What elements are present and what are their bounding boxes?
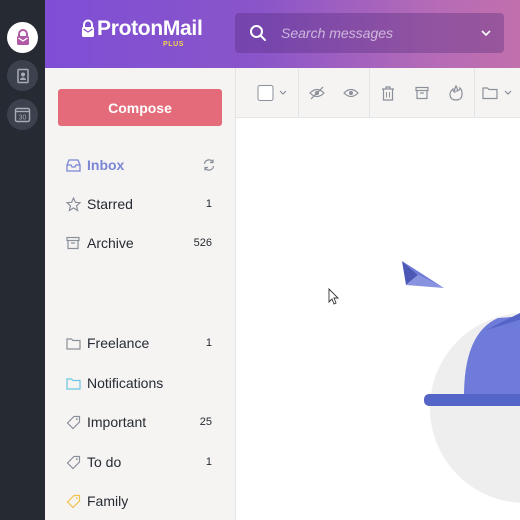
sidebar-item-label: Inbox — [87, 157, 125, 173]
unread-count: 526 — [193, 237, 212, 249]
contacts-icon — [16, 68, 29, 83]
tag-icon — [65, 414, 81, 430]
inbox-icon — [65, 157, 81, 173]
sidebar-item-archive[interactable]: Archive 526 — [45, 229, 236, 257]
star-icon — [65, 196, 81, 212]
refresh-icon[interactable] — [202, 158, 216, 172]
empty-inbox-illustration — [328, 261, 520, 503]
compose-button[interactable]: Compose — [58, 89, 222, 126]
toolbar-divider — [369, 68, 370, 118]
app-name: ProtonMail — [97, 17, 203, 40]
trash-icon[interactable] — [377, 68, 399, 118]
toolbar-divider — [298, 68, 299, 118]
sidebar-item-important[interactable]: Important 25 — [45, 408, 236, 436]
search-input[interactable]: Search messages — [281, 25, 393, 41]
spam-icon[interactable] — [445, 68, 467, 118]
contacts-app-button[interactable] — [7, 60, 38, 91]
protonmail-app: 30 ProtonMail PLUS Search messages Compo… — [0, 0, 520, 520]
message-view — [236, 118, 520, 520]
protonmail-logo[interactable]: ProtonMail PLUS — [81, 16, 203, 48]
sidebar-item-inbox[interactable]: Inbox — [45, 151, 236, 179]
unread-count: 25 — [199, 416, 212, 428]
folder-icon — [65, 375, 81, 391]
search-icon — [250, 25, 266, 41]
unread-count: 1 — [205, 337, 212, 349]
tag-icon — [65, 454, 81, 470]
unread-count: 1 — [205, 456, 212, 468]
sidebar-item-label: Archive — [87, 235, 134, 251]
sidebar-item-freelance[interactable]: Freelance 1 — [45, 329, 236, 357]
chevron-down-icon — [279, 90, 287, 95]
sidebar: Compose Inbox Starred 1 Archive 526 Free… — [45, 68, 236, 520]
chevron-down-icon[interactable] — [480, 27, 492, 39]
proton-lock-icon — [82, 19, 94, 37]
sidebar-item-notifications[interactable]: Notifications — [45, 369, 236, 397]
select-all-checkbox[interactable] — [256, 68, 292, 118]
search-bar[interactable]: Search messages — [235, 13, 504, 53]
folder-icon — [65, 335, 81, 351]
mark-unread-icon[interactable] — [306, 68, 328, 118]
top-header: ProtonMail PLUS Search messages — [45, 0, 520, 68]
toolbar-divider — [474, 68, 475, 118]
unread-count: 1 — [205, 198, 212, 210]
tag-icon — [65, 493, 81, 509]
mail-icon — [16, 28, 29, 45]
mail-app-button[interactable] — [7, 22, 38, 53]
sidebar-item-starred[interactable]: Starred 1 — [45, 190, 236, 218]
calendar-day: 30 — [19, 115, 27, 122]
plan-badge: PLUS — [163, 41, 185, 48]
sidebar-item-todo[interactable]: To do 1 — [45, 448, 236, 476]
calendar-icon: 30 — [14, 107, 31, 123]
paper-plane-icon — [402, 261, 444, 288]
message-toolbar — [236, 68, 520, 118]
cursor-icon — [328, 287, 340, 305]
sidebar-item-label: Important — [87, 414, 147, 430]
archive-icon[interactable] — [411, 68, 433, 118]
sidebar-item-label: Family — [87, 493, 129, 509]
calendar-app-button[interactable]: 30 — [7, 99, 38, 130]
mailbox-base — [424, 394, 520, 406]
mark-read-icon[interactable] — [340, 68, 362, 118]
chevron-down-icon — [504, 90, 512, 95]
sidebar-item-label: To do — [87, 454, 122, 470]
sidebar-item-family[interactable]: Family — [45, 487, 236, 515]
sidebar-item-label: Freelance — [87, 335, 150, 351]
sidebar-item-label: Notifications — [87, 375, 164, 391]
move-to-folder-icon[interactable] — [480, 68, 516, 118]
sidebar-item-label: Starred — [87, 196, 133, 212]
archive-icon — [65, 235, 81, 251]
app-rail: 30 — [0, 0, 45, 520]
